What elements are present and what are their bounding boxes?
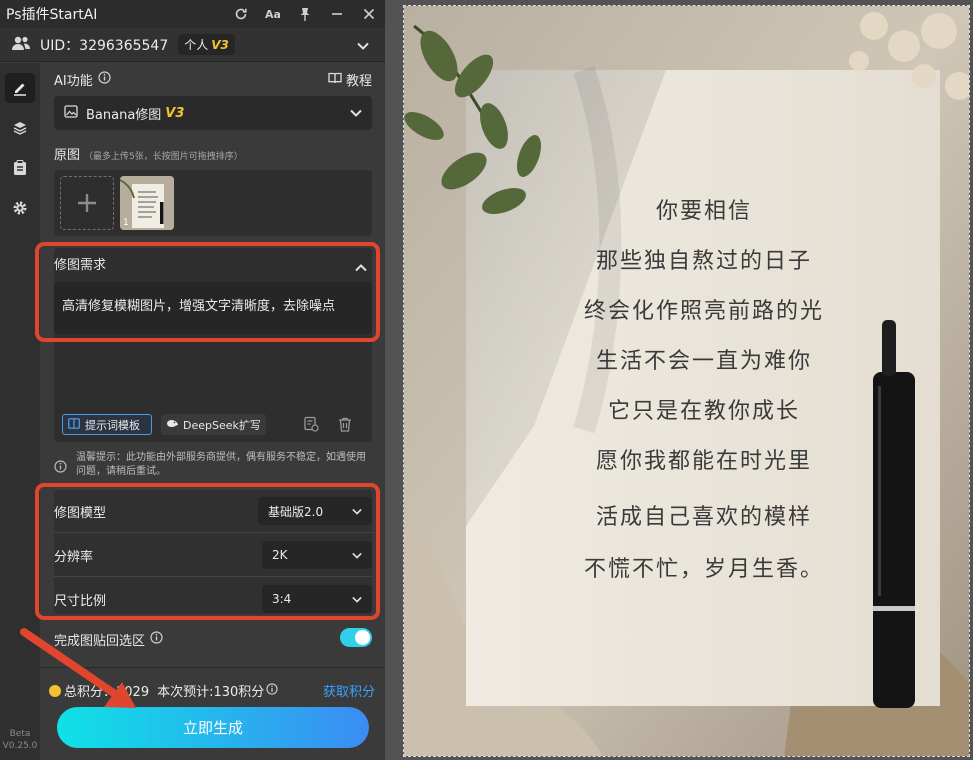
rail-layers-icon[interactable]: [5, 113, 35, 143]
close-icon[interactable]: [353, 0, 385, 28]
rail-clipboard-icon[interactable]: [5, 153, 35, 183]
minimize-icon[interactable]: [321, 0, 353, 28]
upload-area: 1: [54, 170, 372, 236]
image-edit-icon: [64, 104, 78, 122]
ai-feature-header: AI功能: [54, 70, 111, 89]
generate-label: 立即生成: [182, 719, 243, 737]
user-id: UID：3296365547: [40, 37, 169, 54]
pin-icon[interactable]: [289, 0, 321, 28]
feature-select[interactable]: Banana修图 V3: [54, 96, 372, 130]
note-line: 你要相信: [656, 199, 752, 224]
rail-settings-icon[interactable]: [5, 193, 35, 223]
user-bar[interactable]: UID：3296365547 个人 V3: [0, 28, 385, 62]
source-header: 原图 （最多上传5张，长按图片可拖拽排序）: [54, 144, 243, 163]
deepseek-expand-button[interactable]: DeepSeek扩写: [161, 414, 266, 435]
add-image-button[interactable]: [60, 176, 114, 230]
template-icon: [68, 417, 80, 432]
book-icon: [328, 72, 342, 88]
info-icon[interactable]: [150, 631, 163, 648]
version-label: Beta V0.25.0: [0, 728, 40, 752]
source-hint: （最多上传5张，长按图片可拖拽排序）: [84, 152, 243, 162]
deepseek-whale-icon: [166, 418, 179, 432]
info-icon[interactable]: [266, 682, 278, 699]
notice-text: 温馨提示：此功能由外部服务商提供，偶有服务不稳定，如遇使用问题，请稍后重试。: [76, 452, 366, 477]
thumbnail-index: 1: [123, 218, 129, 228]
note-line: 它只是在教你成长: [608, 399, 800, 424]
prompt-template-button[interactable]: 提示词模板: [62, 414, 152, 435]
app-title: Ps插件StartAI: [6, 7, 98, 23]
annotation-arrow: [20, 628, 136, 708]
image-thumbnail[interactable]: 1: [120, 176, 174, 230]
prompt-template-label: 提示词模板: [85, 418, 140, 432]
plan-version: V3: [211, 38, 229, 52]
note-line: 那些独自熬过的日子: [596, 249, 812, 274]
highlight-request: [35, 242, 380, 342]
refresh-icon[interactable]: [225, 0, 257, 28]
beta-label: Beta: [9, 729, 31, 739]
document-canvas[interactable]: 你要相信那些独自熬过的日子 终会化作照亮前路的光 生活不会一直为难你 它只是在教你成长…: [403, 5, 970, 757]
paste-back-toggle[interactable]: [340, 628, 372, 647]
note-line: 不慌不忙，岁月生香。: [584, 557, 824, 582]
plan-badge: 个人 V3: [178, 34, 235, 55]
plugin-panel: Ps插件StartAI Aa UID：3296365547 个人 V3 Beta…: [0, 0, 385, 760]
chevron-down-icon[interactable]: [357, 35, 369, 54]
source-label: 原图: [54, 148, 81, 163]
note-line: 活成自己喜欢的模样: [596, 505, 812, 530]
estimate-points: 本次预计:130积分: [157, 685, 265, 700]
tutorial-link[interactable]: 教程: [328, 70, 372, 89]
notice-info-icon: [54, 458, 67, 477]
photo-note-image: 你要相信那些独自熬过的日子终会化作照亮前路的光生活不会一直为难你它只是在教你成长…: [404, 6, 969, 756]
info-icon[interactable]: [98, 71, 111, 88]
note-line: 终会化作照亮前路的光: [584, 299, 824, 324]
feature-name: Banana修图: [86, 107, 162, 123]
deepseek-expand-label: DeepSeek扩写: [183, 418, 261, 432]
rail-edit-icon[interactable]: [5, 73, 35, 103]
chevron-down-icon: [350, 106, 362, 121]
toggle-knob: [355, 630, 370, 645]
plan-name: 个人: [184, 38, 209, 52]
history-icon[interactable]: [303, 416, 319, 436]
ai-feature-label: AI功能: [54, 74, 93, 89]
note-line: 愿你我都能在时光里: [596, 449, 812, 474]
version-number: V0.25.0: [2, 741, 38, 751]
trash-icon[interactable]: [338, 417, 352, 436]
feature-version: V3: [165, 105, 185, 121]
tutorial-label: 教程: [346, 74, 373, 89]
get-points-link[interactable]: 获取积分: [323, 681, 375, 700]
plus-icon: [78, 194, 96, 212]
title-bar: Ps插件StartAI Aa: [0, 0, 385, 28]
user-group-icon: [10, 35, 32, 55]
highlight-settings: [35, 483, 380, 620]
font-size-icon[interactable]: Aa: [257, 0, 289, 28]
note-line: 生活不会一直为难你: [596, 349, 812, 374]
